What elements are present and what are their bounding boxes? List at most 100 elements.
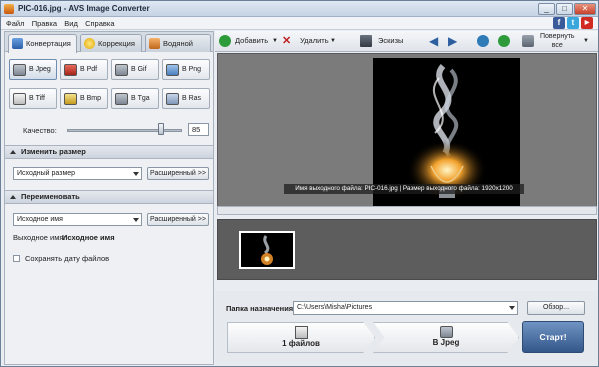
tab-conversion-label: Конвертация xyxy=(26,39,71,48)
tiff-icon xyxy=(13,93,26,105)
close-button[interactable]: ✕ xyxy=(574,3,596,15)
rotate-right-icon[interactable] xyxy=(498,35,510,47)
tab-correction-label: Коррекция xyxy=(98,39,135,48)
format-tga-button[interactable]: В Tga xyxy=(111,88,159,109)
format-jpeg-button[interactable]: В Jpeg xyxy=(9,59,57,80)
chevron-down-icon xyxy=(133,172,139,176)
resize-select[interactable]: Исходный размер xyxy=(13,167,142,180)
format-label: В Tiff xyxy=(29,95,45,102)
gif-icon xyxy=(115,64,128,76)
resize-advanced-button[interactable]: Расширенный >> xyxy=(147,167,209,180)
format-label: В Png xyxy=(182,66,202,73)
camera-icon xyxy=(439,326,453,338)
resize-select-value: Исходный размер xyxy=(17,170,76,177)
delete-dropdown-chevron-icon[interactable]: ▼ xyxy=(330,34,336,48)
keep-date-checkbox[interactable] xyxy=(13,255,20,262)
delete-button[interactable]: Удалить xyxy=(300,34,329,48)
output-panel: Папка назначения: C:\Users\Misha\Picture… xyxy=(215,291,598,365)
format-label: В Pdf xyxy=(80,66,98,73)
toolbar: Добавить ▼ ✕ Удалить ▼ Эскизы ◀ ▶ Поверн… xyxy=(215,31,598,52)
add-dropdown-chevron-icon[interactable]: ▼ xyxy=(272,34,278,48)
files-count: 1 файлов xyxy=(282,339,320,348)
collapse-arrow-icon xyxy=(10,150,16,154)
resize-header-label: Изменить размер xyxy=(21,147,86,156)
destination-path-value: C:\Users\Misha\Pictures xyxy=(297,304,373,311)
menu-view[interactable]: Вид xyxy=(64,17,78,30)
thumbnails-icon xyxy=(360,35,372,47)
format-png-button[interactable]: В Png xyxy=(162,59,210,80)
format-label: В Tga xyxy=(131,95,150,102)
menu-file[interactable]: Файл xyxy=(6,17,24,30)
settings-panel: Конвертация Коррекция Водяной знак В Jpe… xyxy=(4,31,214,365)
pdf-icon xyxy=(64,64,77,76)
menu-edit[interactable]: Правка xyxy=(32,17,57,30)
twitter-icon[interactable]: t xyxy=(567,17,579,29)
resize-section-header[interactable]: Изменить размер xyxy=(5,145,213,159)
delete-icon: ✕ xyxy=(282,35,292,47)
destination-path-input[interactable]: C:\Users\Misha\Pictures xyxy=(293,301,518,315)
watermark-icon xyxy=(149,38,160,49)
menu-bar: Файл Правка Вид Справка xyxy=(1,17,598,30)
step-format: В Jpeg xyxy=(373,322,519,353)
title-bar: PIC-016.jpg - AVS Image Converter _ □ ✕ xyxy=(1,1,598,17)
format-gif-button[interactable]: В Gif xyxy=(111,59,159,80)
youtube-icon[interactable]: ▶ xyxy=(581,17,593,29)
format-label: В Jpeg xyxy=(29,66,51,73)
tab-correction[interactable]: Коррекция xyxy=(80,34,142,52)
browse-button[interactable]: Обзор... xyxy=(527,301,585,315)
format-bmp-button[interactable]: В Bmp xyxy=(60,88,108,109)
menu-help[interactable]: Справка xyxy=(85,17,114,30)
tab-watermark[interactable]: Водяной знак xyxy=(145,34,211,65)
quality-input[interactable]: 85 xyxy=(188,123,209,136)
bmp-icon xyxy=(64,93,77,105)
camera-icon xyxy=(13,64,26,76)
thumbnail-strip xyxy=(217,219,597,280)
rename-header-label: Переименовать xyxy=(21,192,80,201)
convert-icon xyxy=(12,38,23,49)
chevron-down-icon xyxy=(509,306,515,310)
tab-conversion[interactable]: Конвертация xyxy=(8,34,77,53)
keep-date-label: Сохранять дату файлов xyxy=(25,254,110,263)
rotate-dropdown-chevron-icon[interactable]: ▼ xyxy=(583,34,589,48)
previous-arrow-icon[interactable]: ◀ xyxy=(429,34,438,48)
format-pdf-button[interactable]: В Pdf xyxy=(60,59,108,80)
rename-select-value: Исходное имя xyxy=(17,216,63,223)
thumbnail-pic-016[interactable] xyxy=(239,231,295,269)
rename-advanced-button[interactable]: Расширенный >> xyxy=(147,213,209,226)
format-label: В Ras xyxy=(182,95,202,102)
tab-strip: Конвертация Коррекция Водяной знак xyxy=(5,32,213,65)
format-tiff-button[interactable]: В Tiff xyxy=(9,88,57,109)
rotate-left-icon[interactable] xyxy=(477,35,489,47)
rotate-all-button[interactable]: Повернуть все xyxy=(540,32,575,50)
next-arrow-icon[interactable]: ▶ xyxy=(448,34,457,48)
rename-section-header[interactable]: Переименовать xyxy=(5,190,213,204)
ras-icon xyxy=(166,93,179,105)
quality-slider-track[interactable] xyxy=(67,129,182,132)
add-icon xyxy=(219,35,231,47)
chevron-down-icon xyxy=(133,218,139,222)
target-format: В Jpeg xyxy=(432,338,460,347)
minimize-button[interactable]: _ xyxy=(538,3,555,15)
collapse-arrow-icon xyxy=(10,195,16,199)
output-info-caption: Имя выходного файла: PIC-016.jpg | Разме… xyxy=(284,184,524,194)
add-button[interactable]: Добавить xyxy=(235,34,268,48)
rotate-all-icon xyxy=(522,35,534,47)
format-label: В Bmp xyxy=(80,95,102,102)
preview-horizontal-scrollbar[interactable] xyxy=(217,206,597,215)
step-files: 1 файлов xyxy=(227,322,375,353)
app-window: PIC-016.jpg - AVS Image Converter _ □ ✕ … xyxy=(0,0,599,367)
app-icon xyxy=(4,4,14,14)
preview-area: Имя выходного файла: PIC-016.jpg | Разме… xyxy=(217,53,597,213)
start-button[interactable]: Старт! xyxy=(522,321,584,353)
output-name-value: Исходное имя xyxy=(62,233,115,242)
quality-slider-thumb[interactable] xyxy=(158,123,164,135)
tga-icon xyxy=(115,93,128,105)
facebook-icon[interactable]: f xyxy=(553,17,565,29)
star-icon xyxy=(84,38,95,49)
thumbnails-button[interactable]: Эскизы xyxy=(378,34,403,48)
format-ras-button[interactable]: В Ras xyxy=(162,88,210,109)
maximize-button[interactable]: □ xyxy=(556,3,573,15)
quality-label: Качество: xyxy=(23,126,57,135)
destination-label: Папка назначения: xyxy=(226,304,296,313)
rename-select[interactable]: Исходное имя xyxy=(13,213,142,226)
